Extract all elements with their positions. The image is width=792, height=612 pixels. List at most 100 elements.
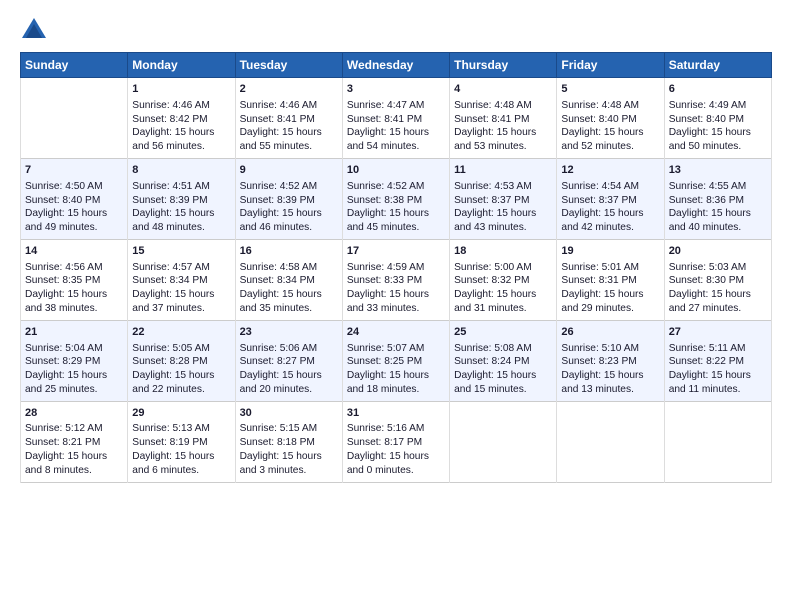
day-info: and 53 minutes. — [454, 140, 552, 154]
day-number: 27 — [669, 325, 767, 340]
calendar-cell — [664, 401, 771, 482]
day-info: Daylight: 15 hours — [669, 207, 767, 221]
day-info: and 49 minutes. — [25, 221, 123, 235]
day-info: Sunset: 8:39 PM — [240, 194, 338, 208]
day-info: Sunrise: 5:03 AM — [669, 261, 767, 275]
day-info: Sunrise: 4:46 AM — [240, 99, 338, 113]
day-info: Sunset: 8:34 PM — [132, 274, 230, 288]
day-number: 4 — [454, 82, 552, 97]
day-info: and 37 minutes. — [132, 302, 230, 316]
day-info: Daylight: 15 hours — [347, 288, 445, 302]
day-info: Sunrise: 4:54 AM — [561, 180, 659, 194]
day-info: Sunset: 8:41 PM — [454, 113, 552, 127]
day-number: 5 — [561, 82, 659, 97]
week-row-2: 14Sunrise: 4:56 AMSunset: 8:35 PMDayligh… — [21, 239, 772, 320]
day-info: Sunrise: 5:01 AM — [561, 261, 659, 275]
calendar-cell — [21, 78, 128, 159]
day-info: Sunrise: 4:51 AM — [132, 180, 230, 194]
day-number: 15 — [132, 244, 230, 259]
calendar-cell: 26Sunrise: 5:10 AMSunset: 8:23 PMDayligh… — [557, 320, 664, 401]
day-info: and 52 minutes. — [561, 140, 659, 154]
day-info: and 56 minutes. — [132, 140, 230, 154]
day-info: and 45 minutes. — [347, 221, 445, 235]
day-number: 23 — [240, 325, 338, 340]
day-info: Daylight: 15 hours — [25, 207, 123, 221]
day-info: Sunset: 8:21 PM — [25, 436, 123, 450]
calendar-cell: 24Sunrise: 5:07 AMSunset: 8:25 PMDayligh… — [342, 320, 449, 401]
day-info: Sunrise: 4:47 AM — [347, 99, 445, 113]
calendar-cell: 17Sunrise: 4:59 AMSunset: 8:33 PMDayligh… — [342, 239, 449, 320]
day-info: and 42 minutes. — [561, 221, 659, 235]
day-number: 8 — [132, 163, 230, 178]
day-info: Sunrise: 4:48 AM — [454, 99, 552, 113]
day-info: Daylight: 15 hours — [132, 126, 230, 140]
calendar-cell: 18Sunrise: 5:00 AMSunset: 8:32 PMDayligh… — [450, 239, 557, 320]
day-info: Sunrise: 5:10 AM — [561, 342, 659, 356]
day-info: Daylight: 15 hours — [669, 288, 767, 302]
day-info: Sunset: 8:25 PM — [347, 355, 445, 369]
day-info: Daylight: 15 hours — [669, 126, 767, 140]
calendar-cell: 15 Sunrise: 4:57 AMSunset: 8:34 PMDayligh… — [128, 239, 235, 320]
column-header-saturday: Saturday — [664, 53, 771, 78]
day-info: Daylight: 15 hours — [669, 369, 767, 383]
calendar-cell: 16Sunrise: 4:58 AMSunset: 8:34 PMDayligh… — [235, 239, 342, 320]
column-header-wednesday: Wednesday — [342, 53, 449, 78]
day-number: 13 — [669, 163, 767, 178]
day-info: Sunrise: 4:49 AM — [669, 99, 767, 113]
day-number: 16 — [240, 244, 338, 259]
day-info: Daylight: 15 hours — [240, 288, 338, 302]
day-info: Daylight: 15 hours — [454, 207, 552, 221]
day-info: Sunrise: 4:59 AM — [347, 261, 445, 275]
week-row-1: 7Sunrise: 4:50 AMSunset: 8:40 PMDaylight… — [21, 158, 772, 239]
day-number: 2 — [240, 82, 338, 97]
day-info: Sunset: 8:31 PM — [561, 274, 659, 288]
day-number: 3 — [347, 82, 445, 97]
day-info: Daylight: 15 hours — [347, 450, 445, 464]
day-info: Daylight: 15 hours — [240, 126, 338, 140]
day-info: Sunset: 8:36 PM — [669, 194, 767, 208]
calendar-cell: 31Sunrise: 5:16 AMSunset: 8:17 PMDayligh… — [342, 401, 449, 482]
day-info: Sunrise: 5:00 AM — [454, 261, 552, 275]
day-info: and 29 minutes. — [561, 302, 659, 316]
day-info: and 31 minutes. — [454, 302, 552, 316]
day-info: Sunset: 8:35 PM — [25, 274, 123, 288]
day-info: Sunset: 8:40 PM — [561, 113, 659, 127]
day-info: Daylight: 15 hours — [132, 288, 230, 302]
day-info: Daylight: 15 hours — [347, 126, 445, 140]
calendar-cell: 9Sunrise: 4:52 AMSunset: 8:39 PMDaylight… — [235, 158, 342, 239]
calendar-cell: 20Sunrise: 5:03 AMSunset: 8:30 PMDayligh… — [664, 239, 771, 320]
day-info: Sunset: 8:29 PM — [25, 355, 123, 369]
day-info: Sunset: 8:39 PM — [132, 194, 230, 208]
day-info: Daylight: 15 hours — [454, 288, 552, 302]
day-info: and 33 minutes. — [347, 302, 445, 316]
day-info: Daylight: 15 hours — [561, 207, 659, 221]
day-number: 11 — [454, 163, 552, 178]
day-info: Sunrise: 5:05 AM — [132, 342, 230, 356]
calendar-cell: 10Sunrise: 4:52 AMSunset: 8:38 PMDayligh… — [342, 158, 449, 239]
day-number: 22 — [132, 325, 230, 340]
header-row: SundayMondayTuesdayWednesdayThursdayFrid… — [21, 53, 772, 78]
calendar-table: SundayMondayTuesdayWednesdayThursdayFrid… — [20, 52, 772, 483]
day-info: and 54 minutes. — [347, 140, 445, 154]
day-info: and 38 minutes. — [25, 302, 123, 316]
day-info: Daylight: 15 hours — [132, 369, 230, 383]
day-info: and 50 minutes. — [669, 140, 767, 154]
day-info: Sunrise: 4:48 AM — [561, 99, 659, 113]
day-number: 21 — [25, 325, 123, 340]
day-info: and 3 minutes. — [240, 464, 338, 478]
calendar-body: 1Sunrise: 4:46 AMSunset: 8:42 PMDaylight… — [21, 78, 772, 483]
calendar-cell: 29Sunrise: 5:13 AMSunset: 8:19 PMDayligh… — [128, 401, 235, 482]
day-info: Sunset: 8:22 PM — [669, 355, 767, 369]
day-info: and 55 minutes. — [240, 140, 338, 154]
calendar-header: SundayMondayTuesdayWednesdayThursdayFrid… — [21, 53, 772, 78]
day-info: Daylight: 15 hours — [240, 450, 338, 464]
day-number: 14 — [25, 244, 123, 259]
calendar-cell: 3Sunrise: 4:47 AMSunset: 8:41 PMDaylight… — [342, 78, 449, 159]
day-info: Sunrise: 4:57 AM — [132, 261, 230, 275]
calendar-cell: 27Sunrise: 5:11 AMSunset: 8:22 PMDayligh… — [664, 320, 771, 401]
day-info: and 35 minutes. — [240, 302, 338, 316]
day-info: and 22 minutes. — [132, 383, 230, 397]
day-info: Sunrise: 4:58 AM — [240, 261, 338, 275]
day-info: Daylight: 15 hours — [561, 369, 659, 383]
day-info: Sunrise: 5:04 AM — [25, 342, 123, 356]
